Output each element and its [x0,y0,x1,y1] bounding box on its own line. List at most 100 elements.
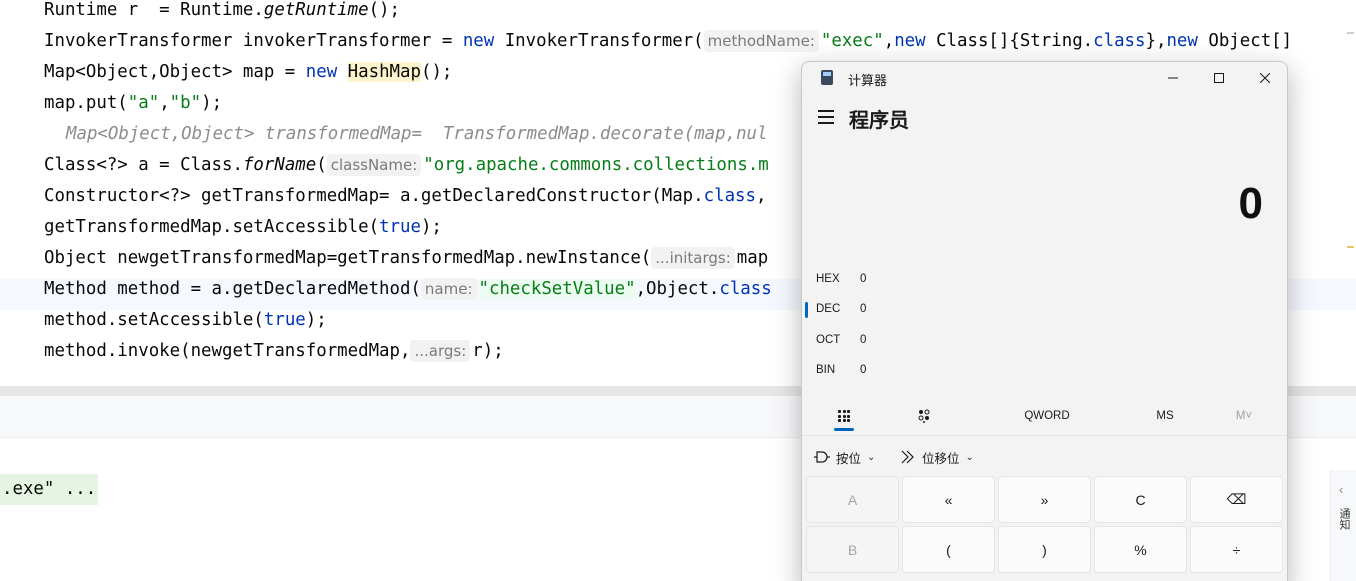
calculator-window[interactable]: 计算器 程序员 0 HEX 0 DEC 0 OCT 0 BIN 0 QWORD … [801,61,1288,581]
code-line[interactable]: InvokerTransformer invokerTransformer = … [0,30,1356,62]
code-token: map [736,248,769,268]
code-token: ); [201,93,223,113]
menu-icon[interactable] [818,110,834,124]
code-token: getRuntime [263,0,369,20]
radix-value: 0 [860,364,867,376]
key-button[interactable]: % [1094,526,1187,573]
bit-toggle-keypad-tab[interactable] [912,396,936,436]
chevron-left-icon[interactable]: ‹ [1339,482,1343,497]
code-line-content: Class<?> a = Class.forName(className: "or… [44,154,769,176]
notifications-tab[interactable]: 通知 [1336,508,1352,530]
key-button[interactable]: ÷ [1190,526,1283,573]
code-token: ,Object. [635,279,720,299]
code-token: new [305,62,338,82]
key-button[interactable]: » [998,476,1091,523]
code-line-content: method.setAccessible(true); [44,309,327,331]
mode-title: 程序员 [849,110,909,132]
memory-menu-button[interactable]: M˅ [1226,396,1262,436]
logic-gate-icon [814,451,830,463]
code-line-content: Constructor<?> getTransformedMap= a.getD… [44,185,766,207]
code-token: (); [420,62,453,82]
minimize-icon [1168,77,1178,79]
radix-label: DEC [816,303,841,315]
code-token: , [159,93,170,113]
key-button[interactable]: « [902,476,995,523]
close-button[interactable] [1242,62,1287,94]
key-button[interactable]: ( [902,526,995,573]
code-line-content: Map<Object,Object> transformedMap= Trans… [66,123,768,145]
parameter-hint: ...initargs: [651,247,735,269]
code-token: Object newgetTransformedMap=getTransform… [44,248,652,268]
radix-dec[interactable]: DEC 0 [802,297,1287,325]
code-token: method.invoke(newgetTransformedMap, [44,341,411,361]
memory-store-button[interactable]: MS [1147,396,1183,436]
console-output-line: .exe" ... [0,474,99,505]
code-line-content: Map<Object,Object> map = new HashMap(); [44,61,452,83]
code-token: new [462,31,495,51]
key-button[interactable]: ) [998,526,1091,573]
code-token: ); [305,310,327,330]
code-token: getTransformedMap.setAccessible( [44,217,380,237]
code-token: Class<?> a = Class. [44,155,243,175]
radix-hex[interactable]: HEX 0 [802,267,1287,295]
parameter-hint: name: [420,278,477,300]
key-button[interactable]: C [1094,476,1187,523]
window-title: 计算器 [848,73,888,88]
parameter-hint: ...args: [410,340,471,362]
key-button[interactable]: A [806,476,899,523]
code-token: Object[] [1197,31,1293,51]
code-token: "checkSetValue" [478,279,636,299]
maximize-button[interactable] [1196,62,1242,94]
radix-bin[interactable]: BIN 0 [802,358,1287,386]
keypad-tabs: QWORD MS M˅ [802,396,1287,436]
minimize-button[interactable] [1150,62,1196,94]
radix-value: 0 [860,334,867,346]
full-keypad-tab[interactable] [832,396,856,436]
code-line-content: map.put("a","b"); [44,92,222,114]
bitshift-label: 位移位 [922,451,960,466]
code-token: r); [472,341,504,361]
parameter-hint: className: [326,154,422,176]
bitwise-dropdown[interactable]: 按位 ⌄ [814,438,875,476]
code-token: Class[]{String. [925,31,1094,51]
code-line-content: Runtime r = Runtime.getRuntime(); [44,0,400,21]
word-size-button[interactable]: QWORD [1012,396,1082,436]
bitshift-dropdown[interactable]: 位移位 ⌄ [900,438,974,476]
code-token: class [703,186,756,206]
code-line-content: getTransformedMap.setAccessible(true); [44,216,442,238]
title-bar[interactable]: 计算器 [802,62,1287,94]
code-token: class [1093,31,1146,51]
key-button[interactable]: ⌫ [1190,476,1283,523]
bit-toggle-icon [918,409,930,423]
code-token: class [719,279,772,299]
code-token: HashMap [347,62,421,82]
radix-label: BIN [816,364,836,376]
chevron-down-icon: ⌄ [867,451,876,463]
code-token: "exec" [820,31,884,51]
maximize-icon [1214,73,1224,83]
chevron-down-icon: ⌄ [965,451,974,463]
key-button[interactable]: B [806,526,899,573]
code-token: "a" [127,93,160,113]
code-token: true [263,310,306,330]
result-display: 0 [1238,179,1263,228]
code-token: "org.apache.commons.collections.m [423,155,769,175]
code-token: InvokerTransformer( [494,31,704,51]
parameter-hint: methodName: [703,30,819,52]
code-line-content: Method method = a.getDeclaredMethod(name… [44,278,772,300]
bit-shift-icon [901,450,914,464]
code-token: new [894,31,926,51]
code-token: }, [1145,31,1167,51]
code-token: Constructor<?> getTransformedMap= a.getD… [44,186,704,206]
code-line-content: Object newgetTransformedMap=getTransform… [44,247,768,269]
code-token: , [755,186,767,206]
code-token: "b" [169,93,202,113]
right-side-tool-strip: ‹ 通知 [1330,470,1356,581]
code-token: forName [242,155,317,175]
radix-label: OCT [816,334,841,346]
code-line-content: InvokerTransformer invokerTransformer = … [44,30,1292,52]
code-line[interactable]: Runtime r = Runtime.getRuntime(); [0,0,1356,31]
radix-oct[interactable]: OCT 0 [802,328,1287,356]
calculator-app-icon [821,70,833,85]
